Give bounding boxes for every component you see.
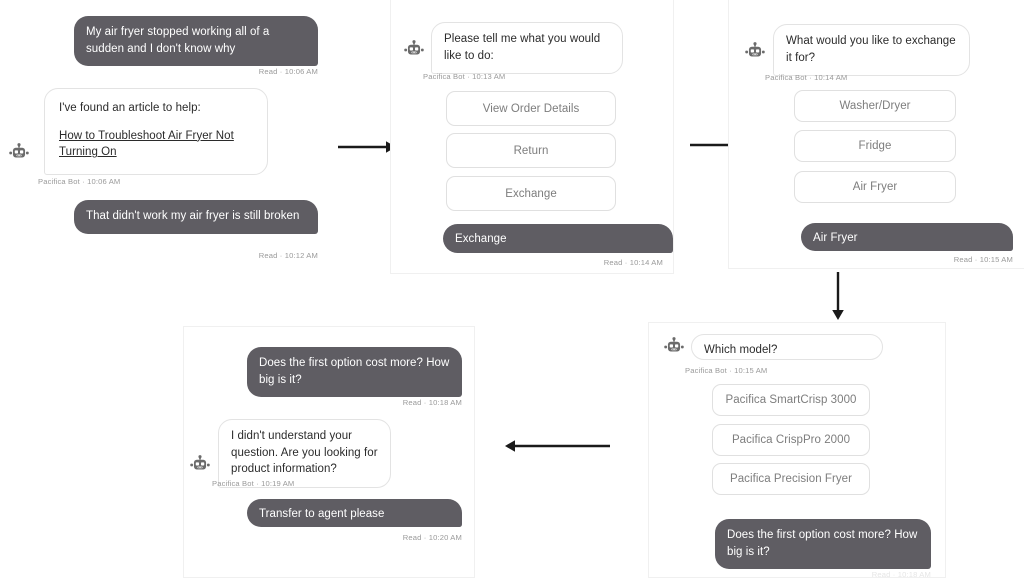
robot-avatar-icon: [403, 40, 425, 62]
bot-message-bubble: I've found an article to help: How to Tr…: [44, 88, 268, 176]
user-message-bubble: Air Fryer: [801, 223, 1013, 251]
user-message-bubble: Does the first option cost more? How big…: [715, 519, 931, 570]
message-meta: Pacifica Bot · 10:14 AM: [765, 73, 848, 82]
robot-avatar-icon: [663, 337, 685, 359]
message-row-user: Exchange: [391, 224, 673, 253]
quick-reply-exchange[interactable]: Exchange: [446, 176, 616, 211]
message-row-user: That didn't work my air fryer is still b…: [0, 200, 318, 234]
message-meta: Read · 10:14 AM: [603, 258, 663, 267]
quick-reply-smartcrisp-3000[interactable]: Pacifica SmartCrisp 3000: [712, 384, 870, 416]
user-message-bubble: That didn't work my air fryer is still b…: [74, 200, 318, 234]
message-meta: Read · 10:12 AM: [258, 251, 318, 260]
quick-reply-fridge[interactable]: Fridge: [794, 130, 956, 162]
message-meta: Pacifica Bot · 10:15 AM: [685, 366, 768, 375]
message-row-bot: Which model?: [691, 334, 883, 360]
quick-reply-view-order-details[interactable]: View Order Details: [446, 91, 616, 126]
quick-reply-return[interactable]: Return: [446, 133, 616, 168]
chat-panel-intent-menu: Please tell me what you would like to do…: [390, 0, 674, 274]
message-row-bot: Please tell me what you would like to do…: [431, 22, 623, 75]
message-meta: Read · 10:20 AM: [402, 533, 462, 542]
user-message-bubble: Does the first option cost more? How big…: [247, 347, 462, 398]
user-message-bubble: Transfer to agent please: [247, 499, 462, 527]
arrow-left-icon: [505, 437, 610, 455]
quick-reply-washer-dryer[interactable]: Washer/Dryer: [794, 90, 956, 122]
message-row-bot: I've found an article to help: How to Tr…: [44, 88, 268, 176]
message-row-user: Does the first option cost more? How big…: [184, 347, 462, 398]
user-message-bubble: Exchange: [443, 224, 673, 253]
bot-message-bubble: Please tell me what you would like to do…: [431, 22, 623, 75]
robot-avatar-icon: [189, 455, 211, 477]
message-meta: Pacifica Bot · 10:13 AM: [423, 72, 506, 81]
flow-canvas: My air fryer stopped working all of a su…: [0, 0, 1024, 578]
robot-avatar-icon: [8, 143, 30, 165]
chat-panel-model-menu: Which model? Pacifica Bot · 10:15 AM Pac…: [648, 322, 946, 578]
message-row-bot: I didn't understand your question. Are y…: [218, 419, 391, 489]
arrow-right-icon: [338, 138, 396, 156]
bot-message-bubble: I didn't understand your question. Are y…: [218, 419, 391, 489]
quick-reply-air-fryer[interactable]: Air Fryer: [794, 171, 956, 203]
message-row-user: Air Fryer: [729, 223, 1013, 251]
message-meta: Read · 10:18 AM: [871, 570, 931, 578]
message-row-user: Transfer to agent please: [184, 499, 462, 527]
arrow-down-icon: [829, 272, 847, 320]
message-row-bot: What would you like to exchange it for?: [773, 24, 970, 77]
message-row-user: Does the first option cost more? How big…: [649, 519, 931, 570]
chat-panel-troubleshooting: My air fryer stopped working all of a su…: [0, 0, 330, 276]
article-link[interactable]: How to Troubleshoot Air Fryer Not Turnin…: [59, 128, 253, 161]
message-meta: Read · 10:06 AM: [258, 67, 318, 76]
message-meta: Read · 10:15 AM: [953, 255, 1013, 264]
quick-reply-crisppro-2000[interactable]: Pacifica CrispPro 2000: [712, 424, 870, 456]
robot-avatar-icon: [744, 42, 766, 64]
bot-message-bubble: What would you like to exchange it for?: [773, 24, 970, 77]
message-meta: Pacifica Bot · 10:19 AM: [212, 479, 295, 488]
bot-message-bubble: Which model?: [691, 334, 883, 360]
chat-panel-product-menu: What would you like to exchange it for? …: [728, 0, 1024, 269]
user-message-bubble: My air fryer stopped working all of a su…: [74, 16, 318, 67]
message-row-user: My air fryer stopped working all of a su…: [0, 16, 318, 67]
message-meta: Read · 10:18 AM: [402, 398, 462, 407]
bot-message-text: I've found an article to help:: [59, 102, 201, 114]
quick-reply-precision-fryer[interactable]: Pacifica Precision Fryer: [712, 463, 870, 495]
chat-panel-fallback: Does the first option cost more? How big…: [183, 326, 475, 578]
message-meta: Pacifica Bot · 10:06 AM: [38, 177, 121, 186]
